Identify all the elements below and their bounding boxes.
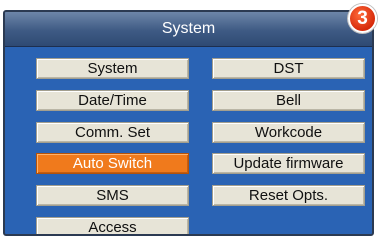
- menu-item-auto-switch[interactable]: Auto Switch: [36, 153, 189, 174]
- menu-item-update-firmware[interactable]: Update firmware: [212, 153, 365, 174]
- menu-item-date-time[interactable]: Date/Time: [36, 90, 189, 111]
- device-screen: System System Date/Time Comm. Set Auto S…: [3, 10, 374, 236]
- menu-item-bell[interactable]: Bell: [212, 90, 365, 111]
- step-number-badge: 3: [348, 4, 377, 33]
- menu-item-access[interactable]: Access: [36, 217, 189, 234]
- menu-item-comm-set[interactable]: Comm. Set: [36, 122, 189, 143]
- menu-item-sms[interactable]: SMS: [36, 185, 189, 206]
- menu-item-reset-opts[interactable]: Reset Opts.: [212, 185, 365, 206]
- title-bar: System: [5, 12, 372, 47]
- window-title: System: [161, 20, 216, 37]
- menu-item-workcode[interactable]: Workcode: [212, 122, 365, 143]
- menu-item-dst[interactable]: DST: [212, 58, 365, 79]
- menu-item-system[interactable]: System: [36, 58, 189, 79]
